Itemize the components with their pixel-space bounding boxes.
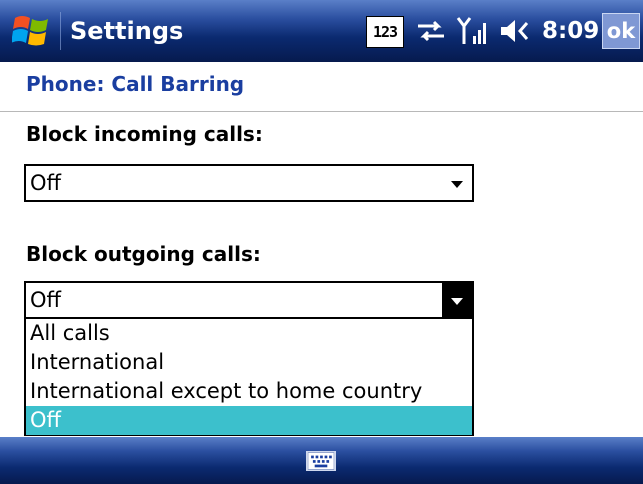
window-title: Settings [70,17,184,45]
outgoing-calls-dropdown[interactable]: Off [24,281,474,319]
incoming-calls-label: Block incoming calls: [26,122,263,146]
page-title: Phone: Call Barring [26,72,245,96]
ok-button[interactable]: ok [602,13,640,49]
connectivity-icon[interactable] [414,14,448,48]
chevron-down-icon[interactable] [442,283,472,317]
option-international[interactable]: International [26,348,472,377]
input-mode-icon[interactable]: 123 [366,16,404,48]
outgoing-calls-options-list[interactable]: All calls International International ex… [24,319,474,436]
volume-icon[interactable] [497,14,535,48]
keyboard-icon[interactable] [306,451,336,471]
title-separator [60,12,61,50]
windows-start-icon[interactable] [12,12,52,50]
option-international-except-home[interactable]: International except to home country [26,377,472,406]
page-header: Phone: Call Barring [0,62,643,112]
option-off[interactable]: Off [26,406,472,435]
incoming-calls-dropdown[interactable]: Off [24,164,474,202]
option-all-calls[interactable]: All calls [26,319,472,348]
signal-icon[interactable] [456,14,490,48]
outgoing-calls-label: Block outgoing calls: [26,242,261,266]
title-bar: Settings 123 8:09 ok [0,0,643,62]
bottom-menu-bar [0,437,643,484]
chevron-down-icon[interactable] [442,166,472,200]
outgoing-calls-value: Off [30,288,61,312]
clock-time[interactable]: 8:09 [542,0,599,62]
incoming-calls-value: Off [30,171,61,195]
